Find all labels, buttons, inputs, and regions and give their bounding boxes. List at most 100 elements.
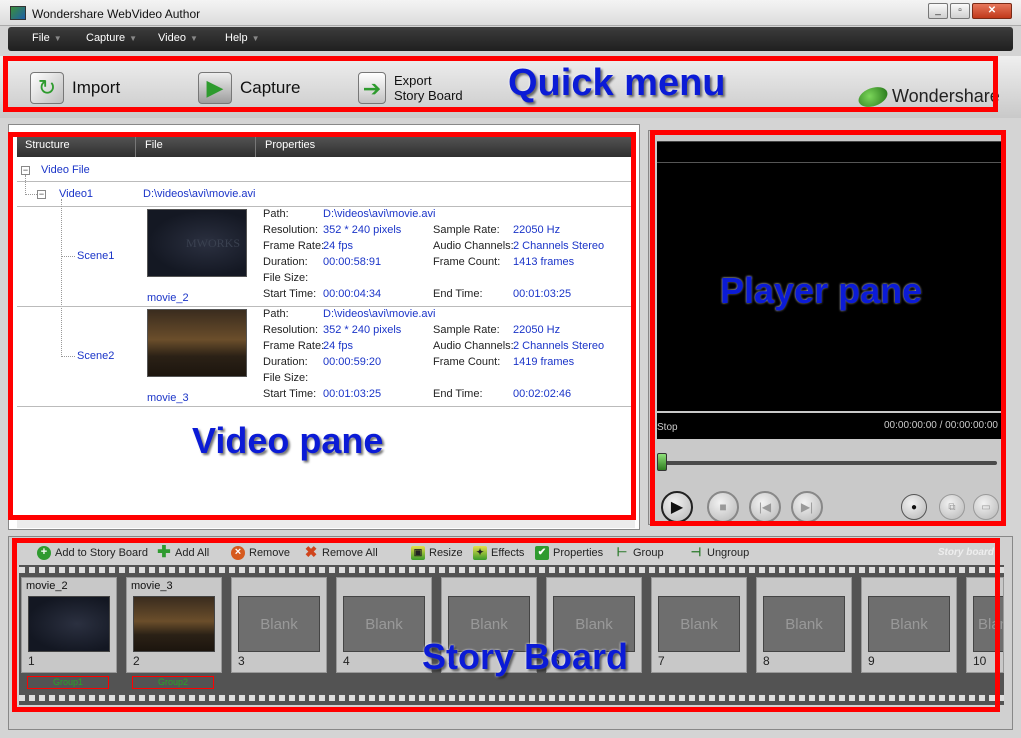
row-divider (17, 406, 635, 407)
horizontal-scrollbar[interactable] (17, 518, 635, 528)
story-cell-4[interactable]: Blank 4 (336, 577, 432, 673)
tree-connector (61, 256, 75, 257)
story-cell-8[interactable]: Blank 8 (756, 577, 852, 673)
collapse-toggle[interactable]: − (37, 190, 46, 199)
story-cell-9[interactable]: Blank 9 (861, 577, 957, 673)
row-divider (17, 206, 635, 207)
export-icon: ➔ (358, 72, 386, 104)
column-properties[interactable]: Properties (265, 139, 315, 151)
maximize-button[interactable]: ▫ (950, 3, 970, 19)
seek-track[interactable] (659, 461, 997, 465)
story-cell-10[interactable]: Blank 10 (966, 577, 1004, 673)
scene1-thumbnail[interactable] (147, 209, 247, 277)
import-button[interactable]: ↻ Import (30, 70, 120, 106)
menu-capture[interactable]: Capture ▼ (86, 32, 137, 44)
label-path: Path: (263, 208, 289, 220)
tree-item-scene2[interactable]: Scene2 (77, 350, 114, 362)
video-pane-annotation: Video pane (192, 420, 384, 461)
scene2-thumbnail[interactable] (147, 309, 247, 377)
label-end-time: End Time: (433, 388, 483, 400)
tree-connector (61, 199, 62, 357)
menu-file[interactable]: File ▼ (32, 32, 62, 44)
menu-video[interactable]: Video ▼ (158, 32, 198, 44)
play-button[interactable]: ▶ (661, 491, 693, 523)
label-file-size: File Size: (263, 272, 309, 284)
effects-button[interactable]: ✦ Effects (473, 546, 524, 560)
scene1-path: D:\videos\avi\movie.avi (323, 208, 436, 220)
stop-button[interactable]: ■ (707, 491, 739, 523)
previous-button[interactable]: |◀ (749, 491, 781, 523)
film-perforations (19, 695, 1004, 701)
story-cell-thumbnail (28, 596, 110, 652)
tree-item-scene1[interactable]: Scene1 (77, 250, 114, 262)
scene2-frame-rate: 24 fps (323, 340, 353, 352)
group-tag-2[interactable]: Group2 (132, 676, 214, 689)
split-button[interactable]: ⧉ (939, 494, 965, 520)
menu-file-label: File (32, 32, 50, 44)
story-cell-name: movie_2 (26, 580, 68, 592)
remove-button[interactable]: × Remove (231, 546, 290, 560)
remove-all-icon: ✖ (304, 544, 318, 561)
tree-item-video1[interactable]: Video1 (59, 188, 93, 200)
story-cell-3[interactable]: Blank 3 (231, 577, 327, 673)
label-frame-rate: Frame Rate: (263, 240, 325, 252)
story-cell-1[interactable]: movie_2 1 (21, 577, 117, 673)
remove-icon: × (231, 546, 245, 560)
player-status-bar: Stop 00:00:00:00 / 00:00:00:00 (657, 413, 1002, 439)
story-board: + Add to Story Board ✚ Add All × Remove ✖ Re… (8, 536, 1013, 730)
column-structure[interactable]: Structure (25, 139, 70, 151)
row-divider (17, 306, 635, 307)
row-divider (17, 181, 635, 182)
close-button[interactable]: ✕ (972, 3, 1012, 19)
column-file[interactable]: File (145, 139, 163, 151)
add-all-button[interactable]: ✚ Add All (157, 544, 209, 561)
plus-icon: ✚ (157, 544, 171, 561)
label-duration: Duration: (263, 256, 308, 268)
menu-capture-label: Capture (86, 32, 126, 44)
camera-icon: ▶ (198, 72, 232, 104)
tree-root-video-file[interactable]: Video File (41, 164, 90, 176)
ungroup-label: Ungroup (707, 547, 750, 559)
resize-button[interactable]: ▣ Resize (411, 546, 463, 560)
add-to-story-board-label: Add to Story Board (55, 547, 148, 559)
export-story-board-button[interactable]: ➔ Export Story Board (358, 70, 463, 106)
scene1-frame-count: 1413 frames (513, 256, 575, 268)
remove-all-button[interactable]: ✖ Remove All (304, 544, 378, 561)
label-start-time: Start Time: (263, 388, 317, 400)
add-to-story-board-button[interactable]: + Add to Story Board (37, 546, 148, 560)
export-label-line2: Story Board (394, 88, 463, 103)
properties-button[interactable]: ✔ Properties (535, 546, 603, 560)
story-cell-7[interactable]: Blank 7 (651, 577, 747, 673)
scene1-frame-rate: 24 fps (323, 240, 353, 252)
fullscreen-button[interactable]: ▭ (973, 494, 999, 520)
ungroup-button[interactable]: ⊣ Ungroup (689, 546, 749, 560)
minimize-button[interactable]: _ (928, 3, 948, 19)
story-cell-number: 4 (343, 654, 350, 668)
snapshot-button[interactable]: ● (901, 494, 927, 520)
group-button[interactable]: ⊢ Group (615, 546, 664, 560)
story-cell-number: 3 (238, 654, 245, 668)
collapse-toggle[interactable]: − (21, 166, 30, 175)
capture-label: Capture (240, 78, 301, 97)
seek-slider-handle[interactable] (657, 453, 667, 471)
quick-menu-annotation: Quick menu (508, 62, 726, 104)
next-button[interactable]: ▶| (791, 491, 823, 523)
story-cell-thumbnail (133, 596, 215, 652)
filmstrip: movie_2 1 Group1 movie_3 2 Group2 Blank … (19, 565, 1004, 705)
export-label: Export Story Board (394, 73, 463, 103)
menu-bar: File ▼ Capture ▼ Video ▼ Help ▼ (8, 27, 1013, 51)
menu-help[interactable]: Help ▼ (225, 32, 260, 44)
resize-icon: ▣ (411, 546, 425, 560)
group-tag-1[interactable]: Group1 (27, 676, 109, 689)
group-icon: ⊢ (616, 545, 628, 559)
story-cell-blank: Blank (238, 596, 320, 652)
story-cell-2[interactable]: movie_3 2 (126, 577, 222, 673)
player-status: Stop (657, 422, 678, 433)
split-icon: ⧉ (948, 501, 956, 513)
scene1-end-time: 00:01:03:25 (513, 288, 572, 300)
resize-label: Resize (429, 547, 463, 559)
chevron-down-icon: ▼ (129, 34, 138, 43)
capture-button[interactable]: ▶ Capture (198, 70, 300, 106)
label-start-time: Start Time: (263, 288, 317, 300)
scene2-end-time: 00:02:02:46 (513, 388, 572, 400)
